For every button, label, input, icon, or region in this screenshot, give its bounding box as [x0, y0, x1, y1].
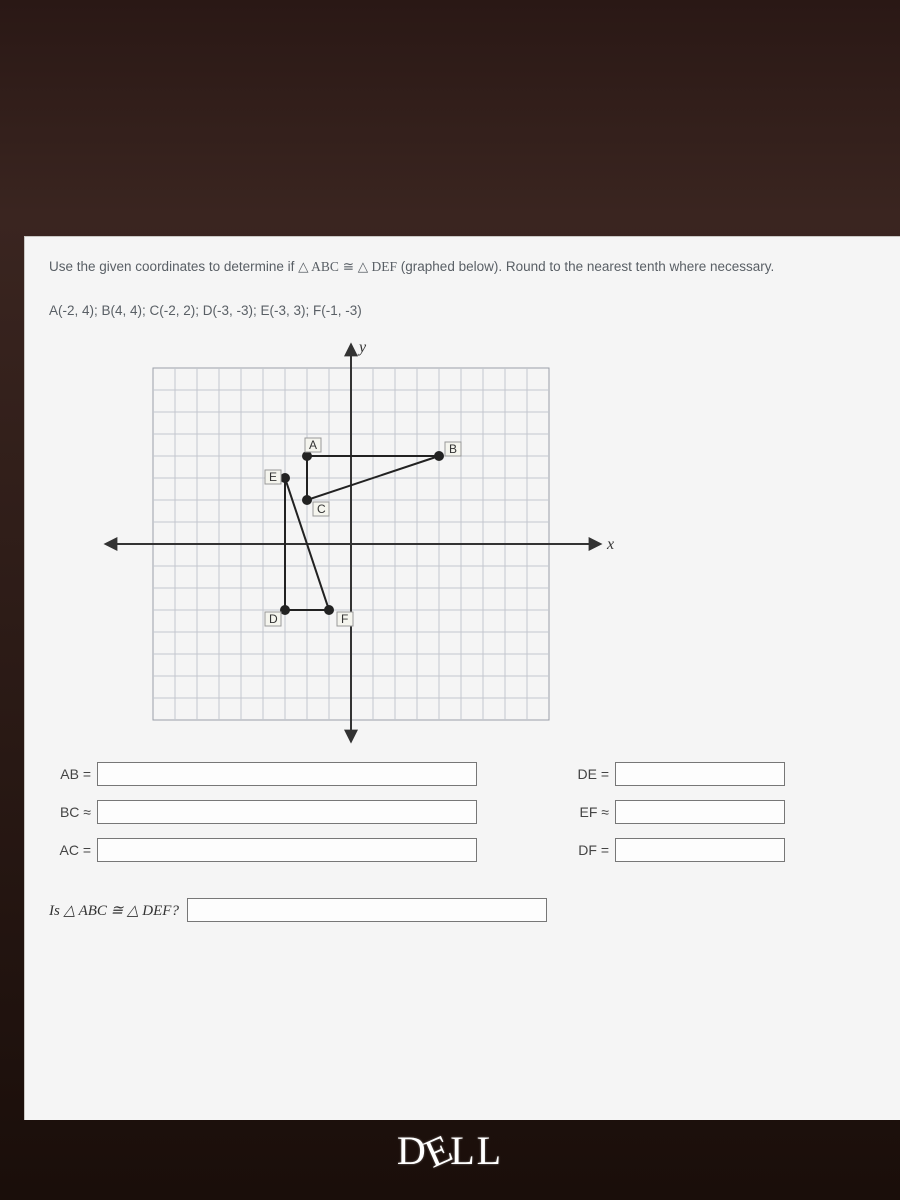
point-label-d: D: [269, 612, 278, 626]
input-final[interactable]: [187, 898, 547, 922]
laptop-photo-frame: Use the given coordinates to determine i…: [0, 0, 900, 1200]
field-df: DF =: [567, 838, 785, 862]
y-axis-label: y: [357, 339, 367, 356]
answers-grid: AB = BC ≈ AC = DE = EF ≈: [49, 762, 892, 862]
input-ef[interactable]: [615, 800, 785, 824]
answers-column-left: AB = BC ≈ AC =: [49, 762, 477, 862]
label-df: DF =: [567, 842, 609, 858]
point-label-c: C: [317, 502, 326, 516]
coordinate-graph: x y A B: [61, 334, 621, 754]
label-ab: AB =: [49, 766, 91, 782]
prompt-suffix: (graphed below). Round to the nearest te…: [401, 259, 774, 274]
triangle-abc: △ ABC: [298, 259, 339, 274]
x-axis-label: x: [606, 536, 614, 553]
prompt-text: Use the given coordinates to determine i…: [49, 257, 892, 277]
field-bc: BC ≈: [49, 800, 477, 824]
point-label-f: F: [341, 612, 348, 626]
field-ef: EF ≈: [567, 800, 785, 824]
input-de[interactable]: [615, 762, 785, 786]
answers-column-right: DE = EF ≈ DF =: [567, 762, 785, 862]
coordinates-line: A(-2, 4); B(4, 4); C(-2, 2); D(-3, -3); …: [49, 303, 892, 318]
label-ac: AC =: [49, 842, 91, 858]
input-bc[interactable]: [97, 800, 477, 824]
final-question-label: Is △ ABC ≅ △ DEF?: [49, 901, 179, 920]
point-label-b: B: [449, 442, 457, 456]
congruent-symbol: ≅: [343, 259, 358, 274]
point-label-a: A: [309, 438, 317, 452]
input-df[interactable]: [615, 838, 785, 862]
question-panel: Use the given coordinates to determine i…: [24, 236, 900, 1120]
triangle-def: △ DEF: [358, 259, 397, 274]
input-ab[interactable]: [97, 762, 477, 786]
field-ab: AB =: [49, 762, 477, 786]
final-question-row: Is △ ABC ≅ △ DEF?: [49, 898, 892, 922]
field-ac: AC =: [49, 838, 477, 862]
prompt-prefix: Use the given coordinates to determine i…: [49, 259, 298, 274]
field-de: DE =: [567, 762, 785, 786]
label-bc: BC ≈: [49, 804, 91, 820]
input-ac[interactable]: [97, 838, 477, 862]
label-ef: EF ≈: [567, 804, 609, 820]
point-label-e: E: [269, 470, 277, 484]
dell-logo: DELL: [397, 1127, 503, 1174]
label-de: DE =: [567, 766, 609, 782]
graph-container: x y A B: [49, 334, 892, 754]
